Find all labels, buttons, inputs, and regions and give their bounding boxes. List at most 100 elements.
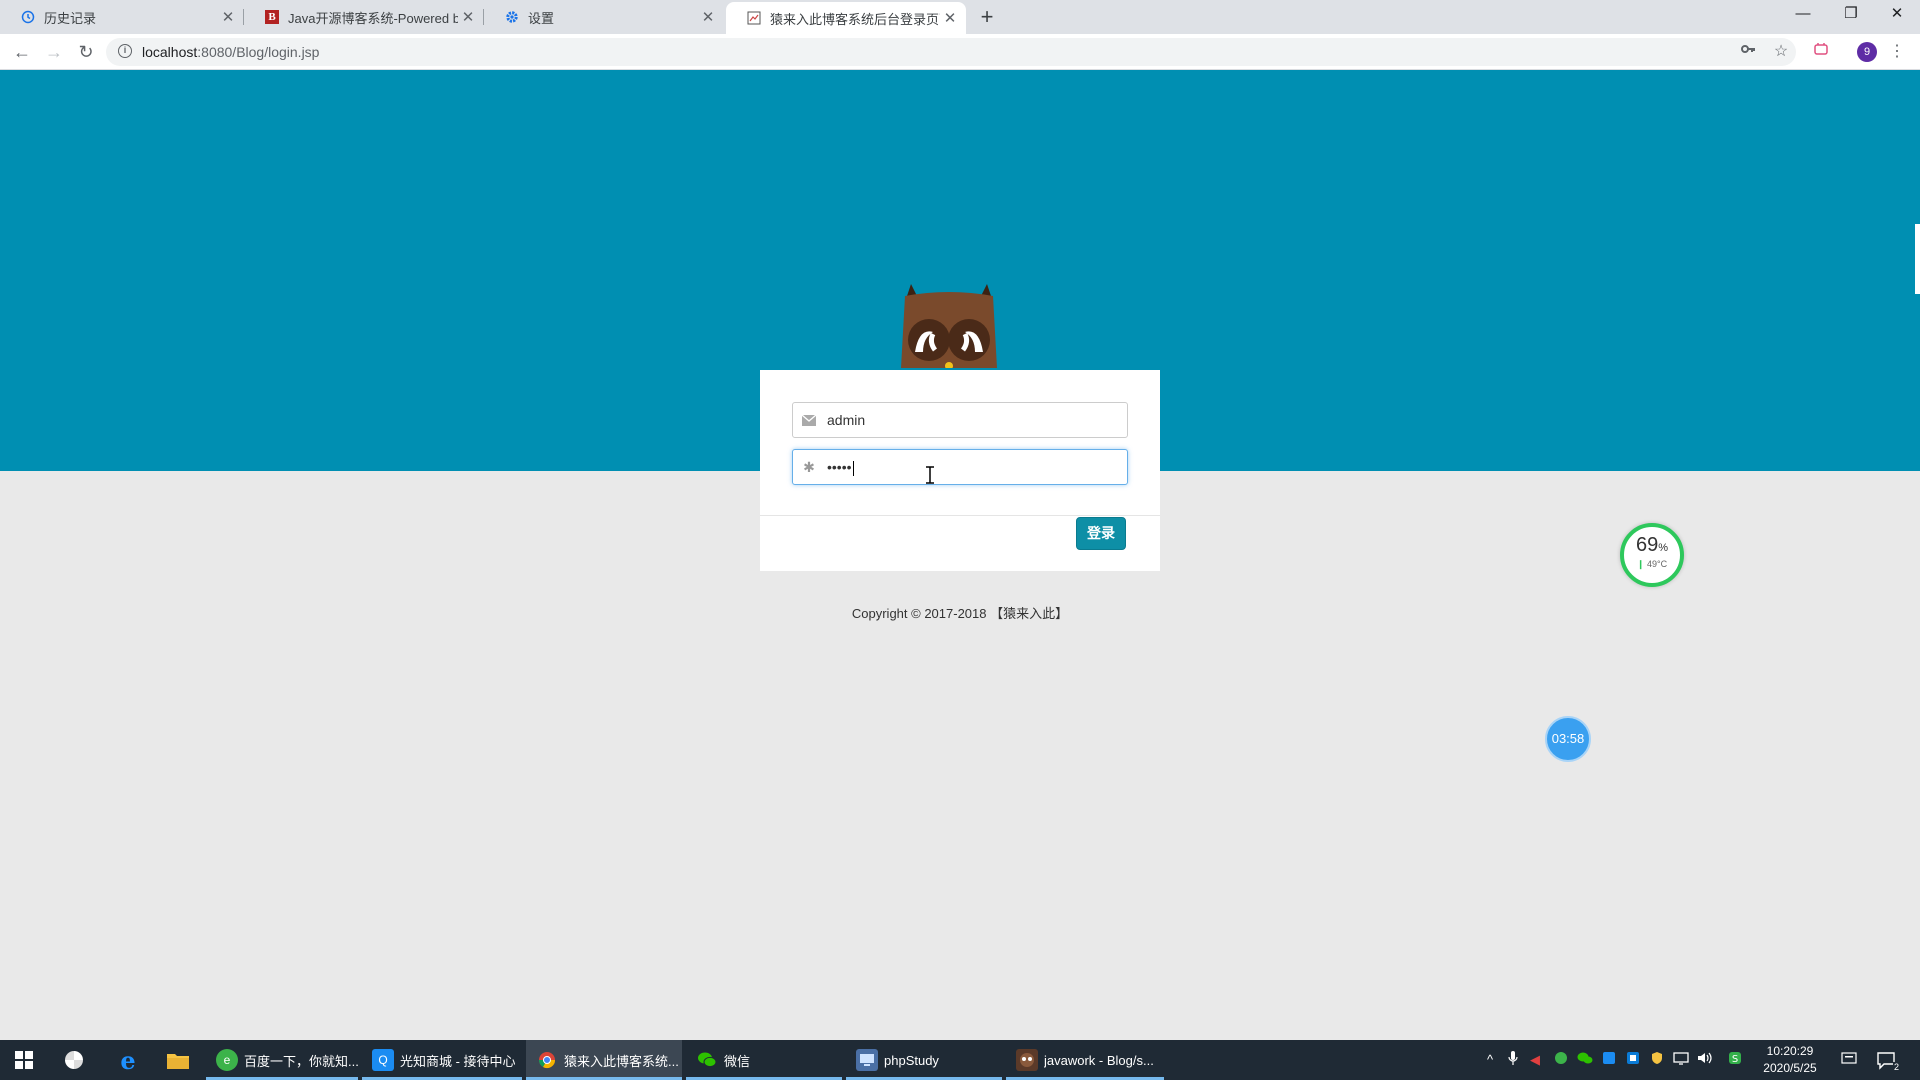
copyright-text: Copyright © 2017-2018 【猿来入此】 bbox=[851, 606, 1069, 621]
history-icon bbox=[20, 9, 36, 25]
scrollbar-thumb[interactable] bbox=[1915, 224, 1920, 294]
windows-start-icon[interactable] bbox=[0, 1040, 48, 1080]
close-window-button[interactable]: ✕ bbox=[1874, 0, 1920, 30]
page-viewport: admin ✱ ••••• 登录 Copyright © 2017-2018 【… bbox=[0, 70, 1920, 1040]
address-bar[interactable]: i localhost:8080/Blog/login.jsp bbox=[106, 38, 1796, 66]
action-center-icon[interactable]: 2 bbox=[1876, 1050, 1900, 1072]
tray-microphone-icon[interactable] bbox=[1504, 1051, 1522, 1069]
taskbar-app-label: javawork - Blog/s... bbox=[1044, 1052, 1154, 1068]
forward-arrow-icon[interactable]: → bbox=[42, 40, 66, 64]
reload-icon[interactable]: ↻ bbox=[74, 40, 98, 64]
phpstudy-icon bbox=[856, 1049, 878, 1071]
browser-toolbar: ← → ↻ i localhost:8080/Blog/login.jsp ☆ … bbox=[0, 34, 1920, 70]
maximize-button[interactable]: ❐ bbox=[1828, 0, 1874, 30]
perf-percent-unit: % bbox=[1658, 542, 1669, 554]
tab-title: 历史记录 bbox=[44, 10, 97, 26]
tray-network-icon[interactable] bbox=[1672, 1051, 1690, 1069]
tab-java-blog[interactable]: B Java开源博客系统-Powered by ✕ bbox=[244, 0, 484, 34]
system-clock[interactable]: 10:20:29 2020/5/25 bbox=[1752, 1043, 1828, 1077]
close-tab-icon[interactable]: ✕ bbox=[458, 8, 478, 26]
login-button[interactable]: 登录 bbox=[1076, 517, 1126, 550]
site-info-icon[interactable]: i bbox=[118, 44, 132, 58]
taskbar-app-phpstudy[interactable]: phpStudy bbox=[846, 1040, 1002, 1080]
username-value: admin bbox=[827, 412, 866, 428]
owl-mascot-icon bbox=[897, 282, 1001, 370]
chrome-icon bbox=[536, 1049, 558, 1071]
taskbar-app-label: phpStudy bbox=[884, 1052, 939, 1068]
url-path: :8080/Blog/login.jsp bbox=[197, 44, 320, 60]
taskbar-app-chrome[interactable]: 猿来入此博客系统... bbox=[526, 1040, 682, 1080]
gear-icon bbox=[504, 9, 520, 25]
url-text: localhost:8080/Blog/login.jsp bbox=[142, 44, 319, 60]
password-dots: ••••• bbox=[827, 459, 852, 475]
site-favicon bbox=[746, 10, 762, 26]
tray-app-blue2-icon[interactable] bbox=[1624, 1051, 1642, 1069]
chat-q-icon: Q bbox=[372, 1049, 394, 1071]
tray-keyboard-icon[interactable] bbox=[1840, 1051, 1858, 1069]
windows-taskbar: e e 百度一下，你就知... Q 光知商城 - 接待中心 猿来入此博客系统..… bbox=[0, 1040, 1920, 1080]
password-value: ••••• bbox=[827, 459, 854, 476]
asterisk-icon: ✱ bbox=[803, 458, 815, 475]
taskbar-app-label: 百度一下，你就知... bbox=[244, 1053, 358, 1069]
text-caret bbox=[852, 460, 854, 476]
close-tab-icon[interactable]: ✕ bbox=[940, 9, 960, 27]
tray-wechat-icon[interactable] bbox=[1576, 1051, 1594, 1069]
performance-monitor-widget[interactable]: 69% ❙ 49°C bbox=[1620, 523, 1684, 587]
perf-temperature: ❙ 49°C bbox=[1624, 558, 1680, 570]
clock-date: 2020/5/25 bbox=[1763, 1061, 1817, 1075]
username-field[interactable]: admin bbox=[792, 402, 1128, 438]
new-tab-button[interactable]: + bbox=[976, 6, 998, 28]
perf-percent: 69% bbox=[1624, 535, 1680, 558]
b-logo-icon: B bbox=[264, 9, 280, 25]
tray-volume-icon[interactable] bbox=[1696, 1051, 1714, 1069]
back-arrow-icon[interactable]: ← bbox=[10, 40, 34, 64]
perf-temp-value: 49°C bbox=[1646, 559, 1668, 569]
eclipse-icon bbox=[1016, 1049, 1038, 1071]
edge-browser-icon[interactable]: e bbox=[104, 1040, 152, 1080]
tray-sogou-icon[interactable]: S bbox=[1726, 1051, 1744, 1069]
tab-history[interactable]: 历史记录 ✕ bbox=[0, 0, 244, 34]
taskbar-app-eclipse[interactable]: javawork - Blog/s... bbox=[1006, 1040, 1164, 1080]
floating-timer-badge[interactable]: 03:58 bbox=[1545, 716, 1591, 762]
tray-speaker-red-icon[interactable]: ◀ bbox=[1526, 1051, 1544, 1069]
browser-360-icon: e bbox=[216, 1049, 238, 1071]
wechat-icon bbox=[696, 1049, 718, 1071]
bookmark-star-icon[interactable]: ☆ bbox=[1770, 41, 1792, 63]
taskbar-app-label: 微信 bbox=[724, 1053, 751, 1069]
close-tab-icon[interactable]: ✕ bbox=[698, 8, 718, 26]
taskbar-app-browser360[interactable]: e 百度一下，你就知... bbox=[206, 1040, 358, 1080]
pinwheel-app-icon[interactable] bbox=[50, 1040, 98, 1080]
tray-chevron-up-icon[interactable]: ^ bbox=[1481, 1051, 1499, 1069]
login-card: admin ✱ ••••• 登录 bbox=[760, 370, 1160, 571]
thermometer-icon: ❙ bbox=[1636, 559, 1647, 569]
clock-time: 10:20:29 bbox=[1766, 1044, 1814, 1058]
minimize-button[interactable]: — bbox=[1780, 0, 1826, 30]
key-icon[interactable] bbox=[1737, 41, 1759, 63]
taskbar-app-label: 光知商城 - 接待中心 bbox=[400, 1053, 516, 1069]
extension-icon[interactable] bbox=[1810, 41, 1832, 63]
tab-title: 猿来入此博客系统后台登录页面 bbox=[770, 11, 940, 27]
tab-login-page[interactable]: 猿来入此博客系统后台登录页面 ✕ bbox=[726, 2, 966, 34]
url-host: localhost bbox=[142, 44, 198, 60]
perf-percent-value: 69 bbox=[1635, 534, 1659, 556]
file-explorer-icon[interactable] bbox=[154, 1040, 202, 1080]
password-field[interactable]: ✱ ••••• bbox=[792, 449, 1128, 485]
browser-tab-strip: 历史记录 ✕ B Java开源博客系统-Powered by ✕ 设置 ✕ 猿来… bbox=[0, 0, 1920, 34]
taskbar-app-label: 猿来入此博客系统... bbox=[564, 1053, 679, 1069]
tab-title: Java开源博客系统-Powered by bbox=[288, 10, 458, 26]
profile-avatar[interactable]: 9 bbox=[1857, 42, 1877, 62]
svg-text:S: S bbox=[1732, 1054, 1738, 1065]
tab-title: 设置 bbox=[528, 10, 555, 26]
tray-app-blue-icon[interactable] bbox=[1600, 1051, 1618, 1069]
tab-settings[interactable]: 设置 ✕ bbox=[484, 0, 724, 34]
ibeam-cursor-icon bbox=[925, 466, 935, 489]
close-tab-icon[interactable]: ✕ bbox=[218, 8, 238, 26]
card-divider bbox=[760, 515, 1160, 516]
taskbar-app-wechat[interactable]: 微信 bbox=[686, 1040, 842, 1080]
envelope-icon bbox=[801, 412, 817, 428]
taskbar-app-qianniu[interactable]: Q 光知商城 - 接待中心 bbox=[362, 1040, 522, 1080]
menu-kebab-icon[interactable]: ⋮ bbox=[1886, 41, 1908, 63]
tray-shield-icon[interactable] bbox=[1648, 1051, 1666, 1069]
notification-count: 2 bbox=[1892, 1062, 1900, 1072]
tray-360-icon[interactable] bbox=[1552, 1051, 1570, 1069]
